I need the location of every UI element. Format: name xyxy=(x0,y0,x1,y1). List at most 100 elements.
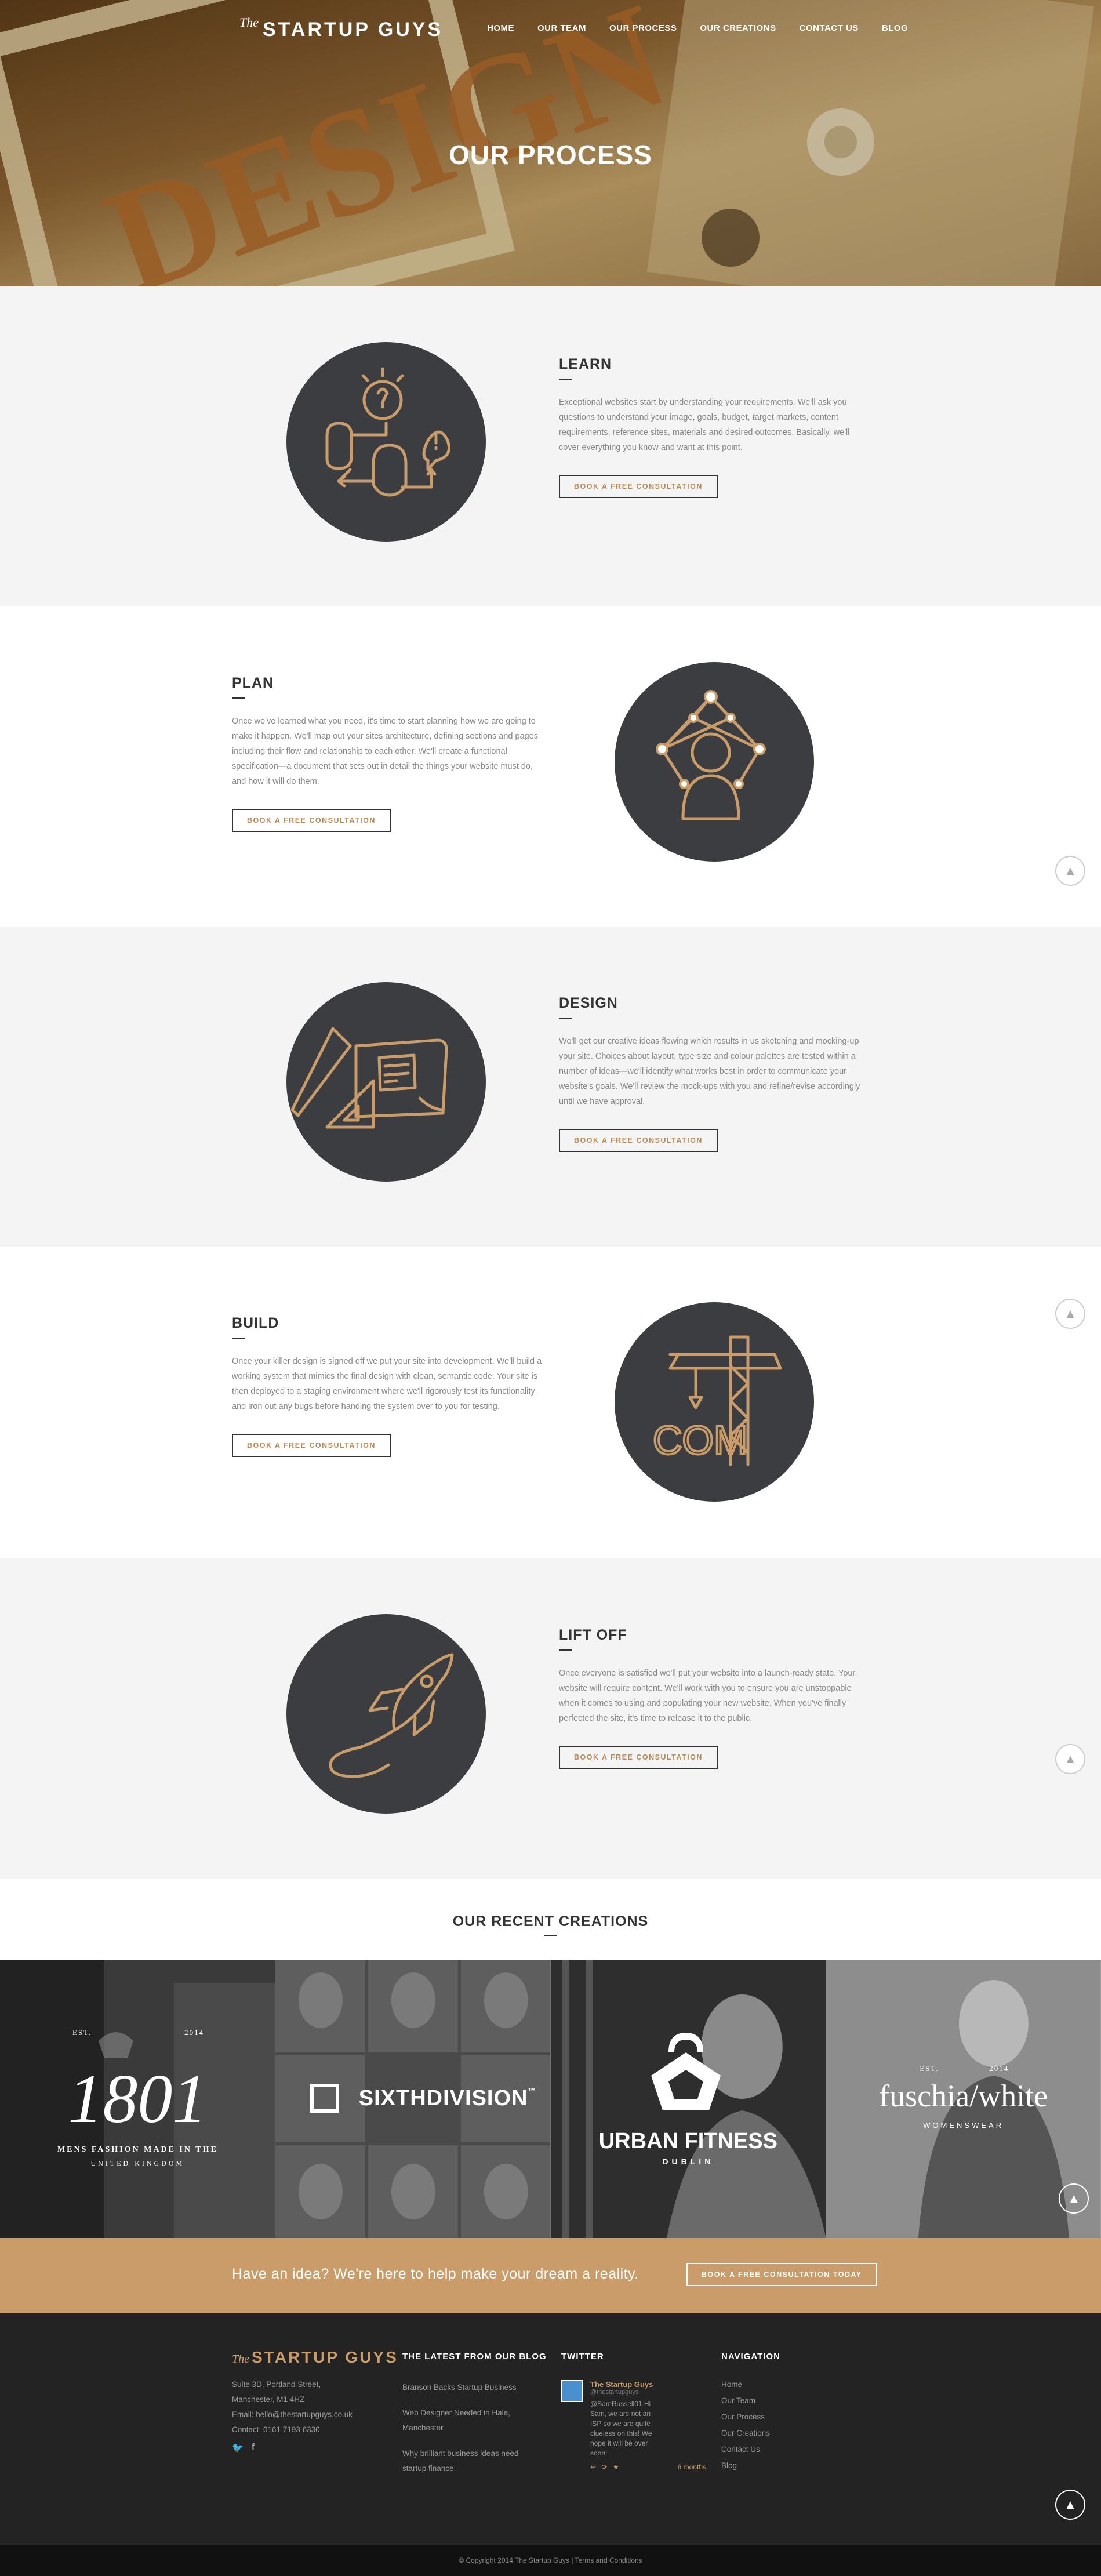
footer-nav-home[interactable]: Home xyxy=(721,2380,780,2389)
twitter-heading: TWITTER xyxy=(561,2352,604,2361)
page-title: OUR PROCESS xyxy=(449,140,652,170)
title-divider xyxy=(544,1935,557,1936)
footer-nav-blog[interactable]: Blog xyxy=(721,2461,780,2470)
tweet-text: @SamRussell01 Hi Sam, we are not an ISP … xyxy=(590,2400,652,2457)
rocket-icon xyxy=(286,1614,486,1814)
facebook-icon[interactable]: f xyxy=(252,2442,255,2454)
title-divider xyxy=(559,1649,572,1651)
book-consultation-button[interactable]: BOOK A FREE CONSULTATION xyxy=(232,1434,391,1457)
step-title: LIFT OFF xyxy=(559,1627,627,1643)
step-title: BUILD xyxy=(232,1315,279,1331)
process-step-design: DESIGN We'll get our creative ideas flow… xyxy=(0,927,1101,1247)
nav-our-process[interactable]: OUR PROCESS xyxy=(609,23,677,33)
creation-tile-1801[interactable]: EST. 2014 1801 MENS FASHION MADE IN THE … xyxy=(0,1960,275,2238)
blog-post-link[interactable]: Web Designer Needed in Hale, Manchester xyxy=(402,2406,542,2436)
creation-brand: fuschia/white xyxy=(879,2079,1048,2113)
est-label: EST. xyxy=(920,2064,939,2073)
creation-tagline: MENS FASHION MADE IN THE xyxy=(57,2145,218,2154)
footer-contact: The STARTUP GUYS Suite 3D, Portland Stree… xyxy=(232,2348,397,2454)
nav-blog[interactable]: BLOG xyxy=(882,23,908,33)
est-year: 2014 xyxy=(989,2064,1009,2073)
social-links: 🐦 f xyxy=(232,2442,394,2454)
email[interactable]: Email: hello@thestartupguys.co.uk xyxy=(232,2407,394,2422)
tweet-name[interactable]: The Startup Guys xyxy=(590,2380,654,2389)
step-description: Once your killer design is signed off we… xyxy=(232,1357,542,1411)
learn-text: LEARN Exceptional websites start by unde… xyxy=(559,356,872,498)
trademark: ™ xyxy=(528,2086,537,2095)
top-navigation: The STARTUP GUYS HOME OUR TEAM OUR PROCE… xyxy=(0,0,1101,58)
twitter-icon[interactable]: 🐦 xyxy=(232,2442,244,2454)
footer-nav-contact-us[interactable]: Contact Us xyxy=(721,2445,780,2454)
blog-post-link[interactable]: Branson Backs Startup Business xyxy=(402,2380,542,2395)
scroll-top-button[interactable]: ▲ xyxy=(1055,1299,1085,1329)
plan-icon xyxy=(615,662,814,862)
creations-gallery: EST. 2014 1801 MENS FASHION MADE IN THE … xyxy=(0,1960,1101,2238)
recent-creations-header: OUR RECENT CREATIONS xyxy=(0,1879,1101,1960)
book-consultation-button[interactable]: BOOK A FREE CONSULTATION xyxy=(559,1746,718,1769)
design-text: DESIGN We'll get our creative ideas flow… xyxy=(559,995,872,1152)
scroll-top-button[interactable]: ▲ xyxy=(1055,1744,1085,1774)
process-step-learn: LEARN Exceptional websites start by unde… xyxy=(0,286,1101,606)
footer-nav-our-creations[interactable]: Our Creations xyxy=(721,2429,780,2437)
step-description: Once everyone is satisfied we'll put you… xyxy=(559,1669,856,1723)
design-icon xyxy=(286,982,486,1182)
creations-title: OUR RECENT CREATIONS xyxy=(452,1913,649,1930)
footer-nav-our-process[interactable]: Our Process xyxy=(721,2412,780,2421)
phone: Contact: 0161 7193 6330 xyxy=(232,2425,320,2434)
creation-brand: SIXTHDIVISION xyxy=(358,2086,528,2110)
cta-text: Have an idea? We're here to help make yo… xyxy=(232,2266,639,2282)
title-divider xyxy=(559,379,572,380)
creation-tagline: WOMENSWEAR xyxy=(923,2121,1004,2130)
build-icon: COM xyxy=(615,1302,814,1502)
creation-tile-fuschia-white[interactable]: EST. 2014 fuschia/white WOMENSWEAR ▲ xyxy=(826,1960,1101,2238)
call-to-action-bar: Have an idea? We're here to help make yo… xyxy=(0,2238,1101,2313)
footer-twitter: TWITTER The Startup Guys @thestartupguys… xyxy=(561,2352,712,2471)
lift-off-text: LIFT OFF Once everyone is satisfied we'l… xyxy=(559,1627,872,1769)
build-icon-text: COM xyxy=(653,1418,747,1463)
retweet-icon[interactable]: ⟳ xyxy=(601,2463,607,2471)
step-description: Exceptional websites start by understand… xyxy=(559,398,850,452)
footer: The STARTUP GUYS Suite 3D, Portland Stree… xyxy=(0,2313,1101,2545)
book-consultation-button[interactable]: BOOK A FREE CONSULTATION xyxy=(559,1129,718,1152)
step-description: Once we've learned what you need, it's t… xyxy=(232,717,539,786)
favorite-icon[interactable]: ★ xyxy=(613,2463,619,2471)
scroll-top-button[interactable]: ▲ xyxy=(1055,2490,1085,2520)
address-line-2: Manchester, M1 4HZ xyxy=(232,2395,305,2404)
process-step-build: BUILD Once your killer design is signed … xyxy=(0,1247,1101,1567)
creation-tagline: DUBLIN xyxy=(662,2157,714,2166)
nav-contact-us[interactable]: CONTACT US xyxy=(800,23,859,33)
copyright: © Copyright 2014 The Startup Guys | Term… xyxy=(0,2545,1101,2576)
est-year: 2014 xyxy=(184,2028,204,2037)
blog-heading: THE LATEST FROM OUR BLOG xyxy=(402,2352,547,2361)
scroll-top-button[interactable]: ▲ xyxy=(1055,856,1085,886)
logo-name: STARTUP GUYS xyxy=(263,19,444,41)
nav-home[interactable]: HOME xyxy=(487,23,514,33)
book-consultation-today-button[interactable]: BOOK A FREE CONSULTATION TODAY xyxy=(686,2263,877,2286)
build-text: BUILD Once your killer design is signed … xyxy=(232,1315,545,1457)
footer-nav-our-team[interactable]: Our Team xyxy=(721,2396,780,2405)
creation-tile-urban-fitness[interactable]: URBAN FITNESS DUBLIN xyxy=(550,1960,826,2238)
plan-text: PLAN Once we've learned what you need, i… xyxy=(232,675,545,832)
nav-our-creations[interactable]: OUR CREATIONS xyxy=(700,23,776,33)
kettlebell-icon xyxy=(651,2033,721,2110)
avatar[interactable] xyxy=(561,2380,583,2402)
reply-icon[interactable]: ↩ xyxy=(590,2463,596,2471)
process-step-plan: PLAN Once we've learned what you need, i… xyxy=(0,606,1101,927)
tweet: The Startup Guys @thestartupguys @SamRus… xyxy=(561,2380,712,2458)
creation-brand: URBAN FITNESS xyxy=(598,2129,777,2153)
nav-our-team[interactable]: OUR TEAM xyxy=(537,23,586,33)
scroll-top-button[interactable]: ▲ xyxy=(1059,2183,1089,2214)
est-label: EST. xyxy=(72,2028,92,2037)
learn-icon xyxy=(286,342,486,542)
creation-tile-sixthdivision[interactable]: SIXTHDIVISION™ xyxy=(275,1960,551,2238)
footer-logo[interactable]: The STARTUP GUYS xyxy=(232,2348,397,2367)
title-divider xyxy=(232,697,245,699)
nav-menu: HOME OUR TEAM OUR PROCESS OUR CREATIONS … xyxy=(487,23,931,33)
book-consultation-button[interactable]: BOOK A FREE CONSULTATION xyxy=(232,809,391,832)
logo-the: The xyxy=(239,15,259,30)
book-consultation-button[interactable]: BOOK A FREE CONSULTATION xyxy=(559,475,718,498)
tweet-time[interactable]: 6 months xyxy=(678,2463,706,2471)
tweet-handle[interactable]: @thestartupguys xyxy=(590,2389,654,2396)
blog-post-link[interactable]: Why brilliant business ideas need startu… xyxy=(402,2446,542,2476)
navigation-heading: NAVIGATION xyxy=(721,2352,780,2361)
